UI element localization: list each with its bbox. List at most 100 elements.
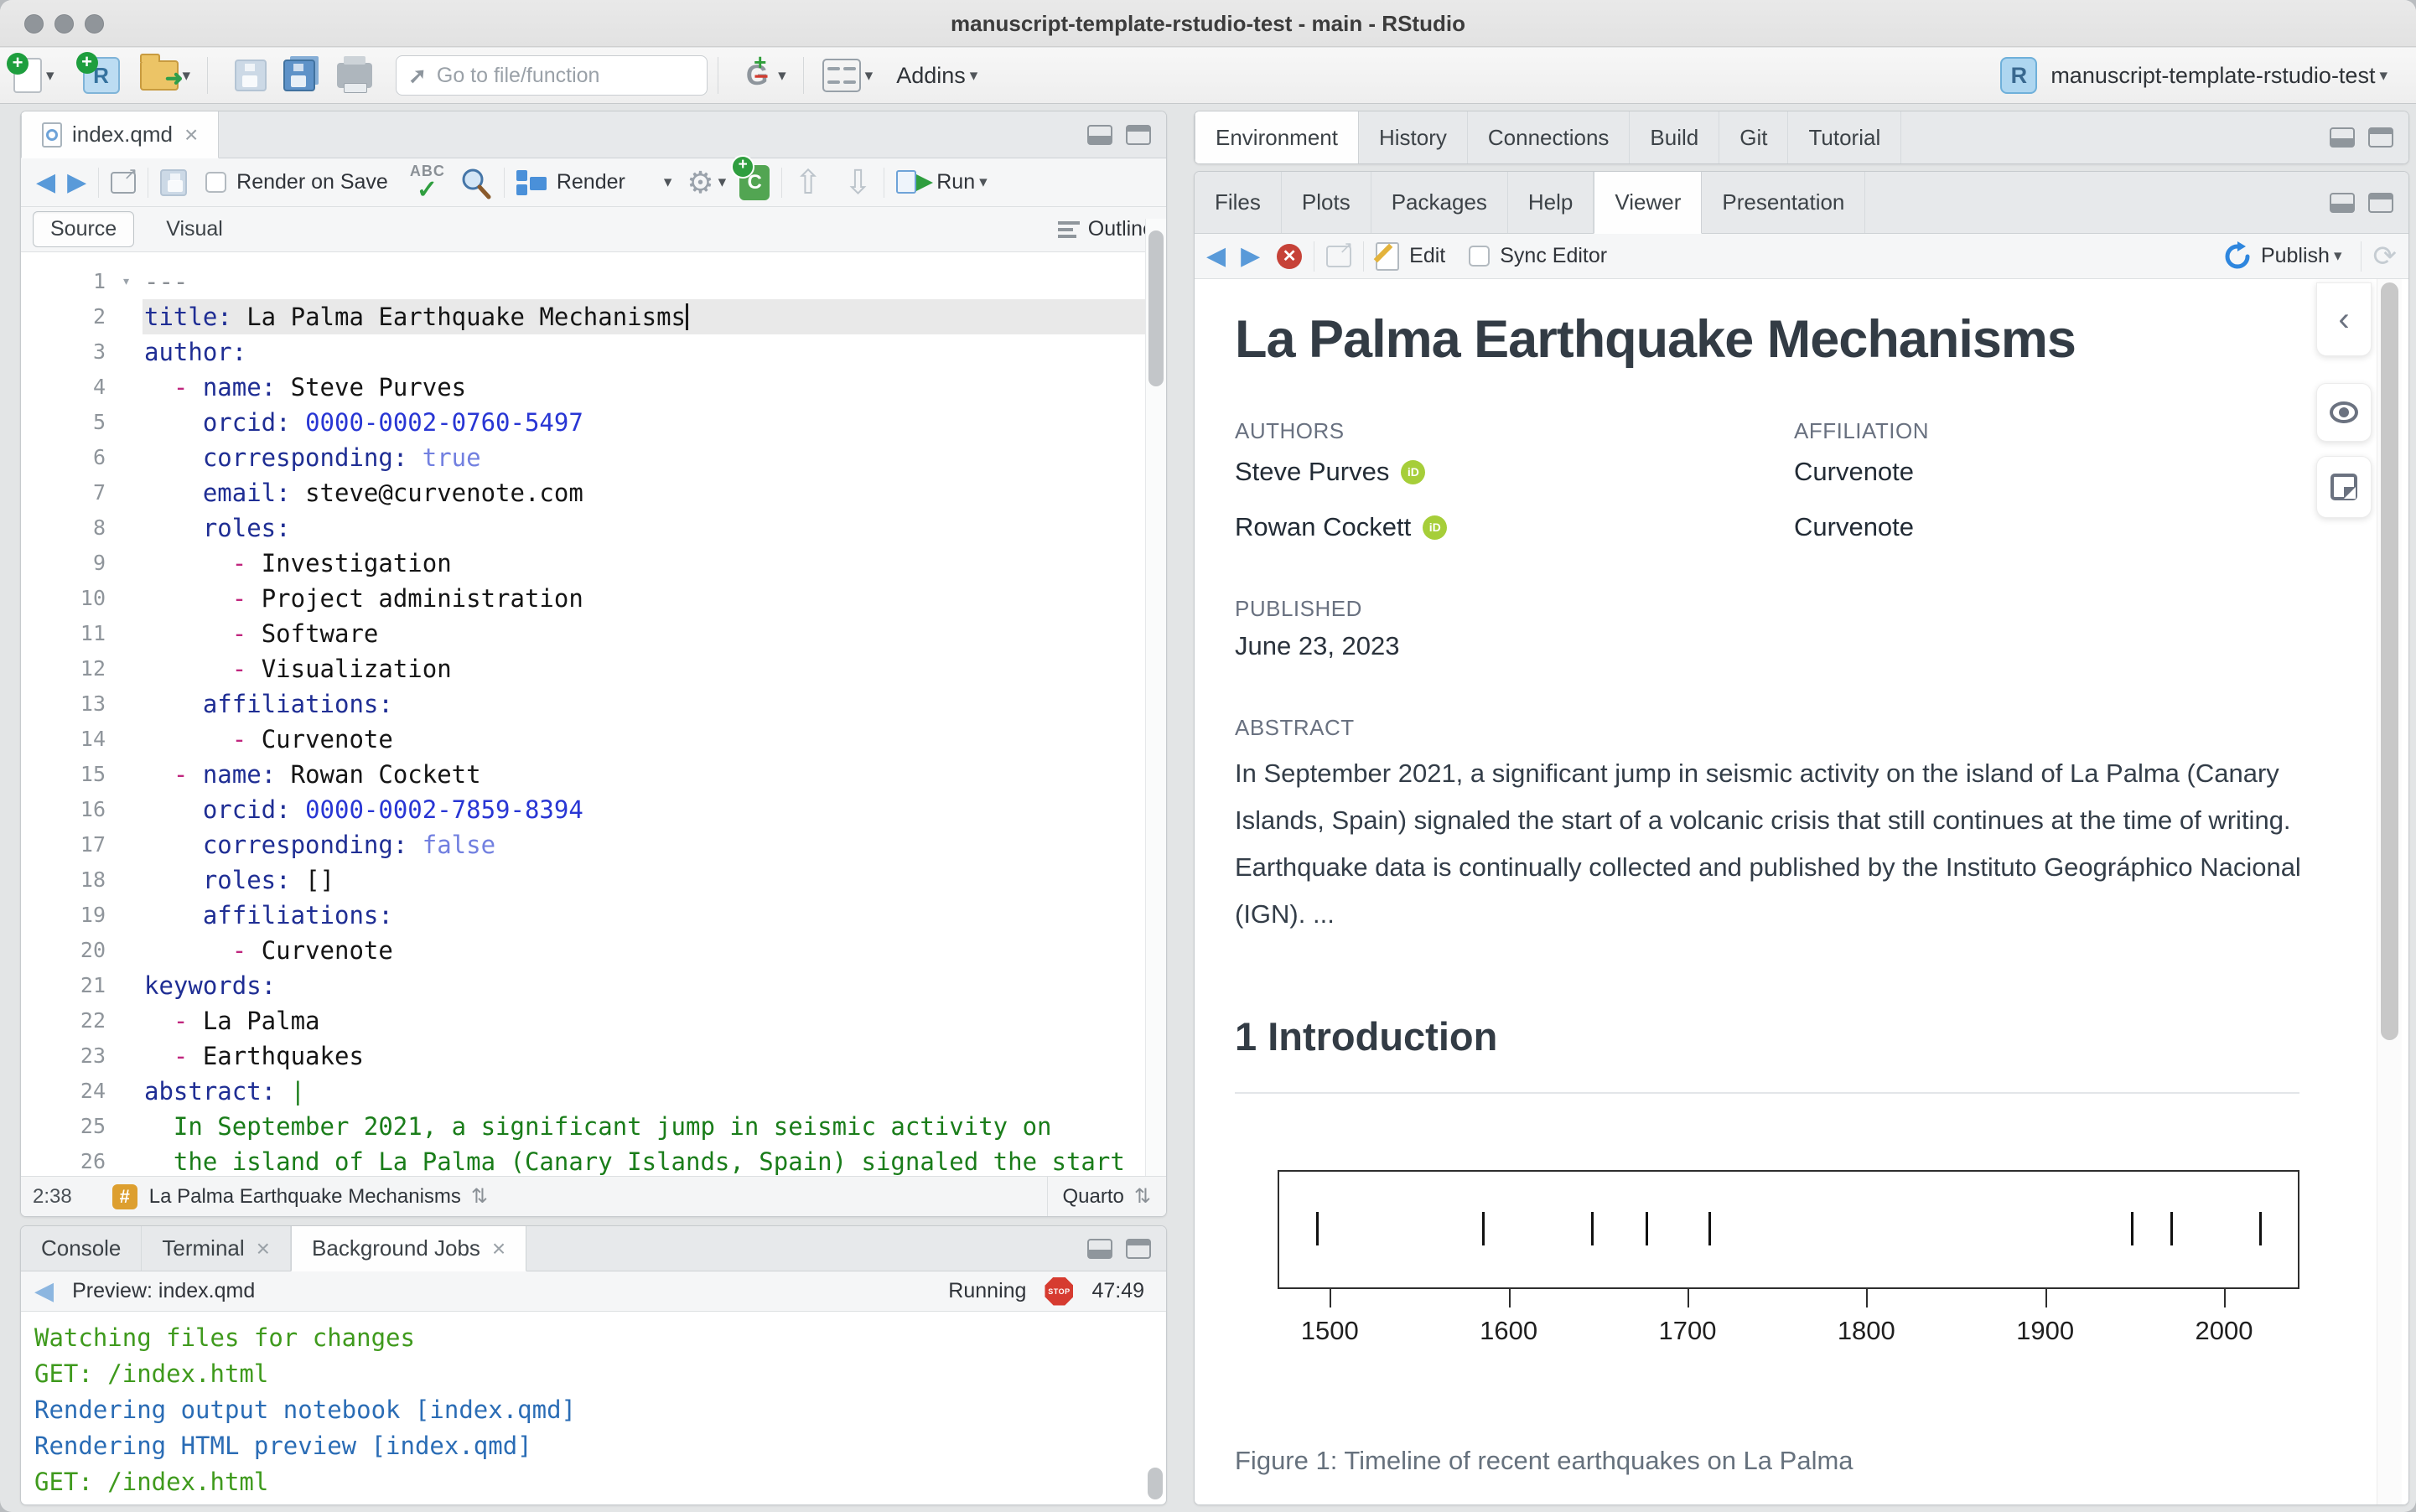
code-line[interactable]: 12 - Visualization	[21, 651, 1166, 686]
viewer-forward-icon[interactable]: ▶	[1241, 241, 1260, 271]
orcid-icon[interactable]: iD	[1423, 515, 1447, 540]
run-next-icon[interactable]: ⇩	[844, 163, 873, 202]
section-updown-icon[interactable]: ⇅	[471, 1184, 488, 1209]
tab-history[interactable]: History	[1359, 111, 1468, 163]
tab-packages[interactable]: Packages	[1371, 172, 1508, 233]
code-line[interactable]: 14 - Curvenote	[21, 722, 1166, 757]
code-line[interactable]: 2title: La Palma Earthquake Mechanisms	[21, 299, 1166, 334]
code-line[interactable]: 13 affiliations:	[21, 686, 1166, 722]
close-tab-icon[interactable]: ×	[184, 122, 198, 148]
job-output[interactable]: Watching files for changesGET: /index.ht…	[21, 1312, 1166, 1500]
code-line[interactable]: 21keywords:	[21, 968, 1166, 1003]
fold-arrow-icon[interactable]: ▾	[122, 264, 131, 299]
save-document-icon[interactable]	[160, 169, 187, 196]
orcid-icon[interactable]: iD	[1401, 460, 1425, 484]
tab-files[interactable]: Files	[1195, 172, 1282, 233]
code-editor[interactable]: 1▾---2title: La Palma Earthquake Mechani…	[21, 252, 1166, 1178]
goto-file-input[interactable]	[437, 64, 695, 88]
jobs-back-icon[interactable]: ◀	[34, 1276, 54, 1306]
sync-editor-checkbox[interactable]	[1469, 246, 1490, 267]
minimize-pane-icon[interactable]	[1087, 125, 1112, 145]
addins-dropdown[interactable]: ▾	[970, 66, 978, 85]
viewer-scrollbar[interactable]	[2377, 279, 2402, 1504]
tab-terminal[interactable]: Terminal×	[142, 1226, 291, 1271]
console-scrollbar-thumb[interactable]	[1148, 1468, 1163, 1499]
run-previous-icon[interactable]: ⇧	[794, 163, 822, 202]
code-line[interactable]: 17 corresponding: false	[21, 827, 1166, 862]
code-line[interactable]: 4 - name: Steve Purves	[21, 370, 1166, 405]
code-line[interactable]: 19 affiliations:	[21, 898, 1166, 933]
print-icon[interactable]	[337, 63, 372, 88]
project-dropdown[interactable]: ▾	[2379, 66, 2387, 85]
maximize-pane-icon[interactable]	[1126, 1239, 1151, 1259]
filetype-updown-icon[interactable]: ⇅	[1134, 1184, 1151, 1209]
annotation-button[interactable]	[2316, 456, 2372, 518]
code-line[interactable]: 10 - Project administration	[21, 581, 1166, 616]
panes-dropdown[interactable]: ▾	[865, 66, 874, 85]
minimize-pane-icon[interactable]	[2330, 193, 2355, 213]
addins-menu[interactable]: Addins	[896, 63, 966, 89]
code-line[interactable]: 23 - Earthquakes	[21, 1038, 1166, 1074]
code-line[interactable]: 1▾---	[21, 264, 1166, 299]
tab-background-jobs[interactable]: Background Jobs×	[291, 1226, 526, 1271]
refresh-icon[interactable]: ⟳	[2373, 240, 2398, 273]
open-in-browser-icon[interactable]	[1326, 246, 1351, 267]
open-file-icon[interactable]: ➜	[140, 60, 179, 91]
render-dropdown[interactable]: ▾	[664, 173, 672, 192]
minimize-pane-icon[interactable]	[1087, 1239, 1112, 1259]
run-button[interactable]: Run	[936, 170, 975, 194]
code-line[interactable]: 24abstract: |	[21, 1074, 1166, 1109]
minimize-pane-icon[interactable]	[2330, 127, 2355, 148]
forward-icon[interactable]: ▶	[67, 168, 86, 197]
code-line[interactable]: 11 - Software	[21, 616, 1166, 651]
stop-job-icon[interactable]: STOP	[1045, 1277, 1073, 1306]
tab-tutorial[interactable]: Tutorial	[1788, 111, 1901, 163]
save-icon[interactable]	[235, 60, 267, 91]
spellcheck-icon[interactable]: ABC✓	[410, 164, 447, 201]
collapse-margin-button[interactable]: ‹	[2316, 282, 2372, 356]
close-tab-icon[interactable]: ×	[492, 1235, 505, 1262]
tab-presentation[interactable]: Presentation	[1702, 172, 1865, 233]
tab-console[interactable]: Console	[21, 1226, 142, 1271]
visibility-button[interactable]	[2316, 383, 2372, 442]
render-on-save-checkbox[interactable]	[205, 172, 226, 193]
editor-scrollbar[interactable]	[1145, 219, 1166, 1176]
project-menu[interactable]: manuscript-template-rstudio-test	[2050, 63, 2375, 89]
clear-viewer-icon[interactable]: ✕	[1277, 244, 1302, 269]
save-all-icon[interactable]	[283, 60, 315, 91]
code-line[interactable]: 3author:	[21, 334, 1166, 370]
tab-visual[interactable]: Visual	[149, 212, 240, 246]
section-jump-menu[interactable]: La Palma Earthquake Mechanisms	[149, 1185, 461, 1209]
new-file-icon[interactable]: +	[13, 58, 42, 93]
editor-scrollbar-thumb[interactable]	[1148, 230, 1164, 386]
code-line[interactable]: 15 - name: Rowan Cockett	[21, 757, 1166, 792]
open-in-new-window-icon[interactable]	[111, 172, 136, 194]
code-line[interactable]: 20 - Curvenote	[21, 933, 1166, 968]
tab-viewer[interactable]: Viewer	[1594, 172, 1702, 234]
options-dropdown[interactable]: ▾	[718, 173, 727, 192]
code-line[interactable]: 9 - Investigation	[21, 546, 1166, 581]
code-line[interactable]: 18 roles: []	[21, 862, 1166, 898]
code-line[interactable]: 6 corresponding: true	[21, 440, 1166, 475]
maximize-pane-icon[interactable]	[1126, 125, 1151, 145]
git-dropdown[interactable]: ▾	[778, 66, 786, 85]
code-line[interactable]: 7 email: steve@curvenote.com	[21, 475, 1166, 510]
tab-environment[interactable]: Environment	[1195, 111, 1359, 164]
find-replace-icon[interactable]	[459, 166, 492, 199]
code-line[interactable]: 22 - La Palma	[21, 1003, 1166, 1038]
maximize-pane-icon[interactable]	[2368, 127, 2393, 148]
publish-dropdown[interactable]: ▾	[2334, 246, 2342, 266]
file-type-menu[interactable]: Quarto	[1063, 1185, 1124, 1209]
edit-button[interactable]: Edit	[1409, 244, 1445, 268]
workspace-panes-icon[interactable]	[822, 59, 861, 92]
new-project-icon[interactable]: R+	[83, 57, 120, 94]
tab-source[interactable]: Source	[33, 211, 134, 247]
run-dropdown[interactable]: ▾	[979, 173, 988, 192]
code-line[interactable]: 8 roles:	[21, 510, 1166, 546]
back-icon[interactable]: ◀	[36, 168, 55, 197]
tab-index-qmd[interactable]: index.qmd ×	[21, 111, 219, 158]
tab-git[interactable]: Git	[1719, 111, 1788, 163]
new-file-dropdown[interactable]: ▾	[46, 66, 54, 85]
viewer-scrollbar-thumb[interactable]	[2381, 282, 2398, 1040]
code-line[interactable]: 5 orcid: 0000-0002-0760-5497	[21, 405, 1166, 440]
